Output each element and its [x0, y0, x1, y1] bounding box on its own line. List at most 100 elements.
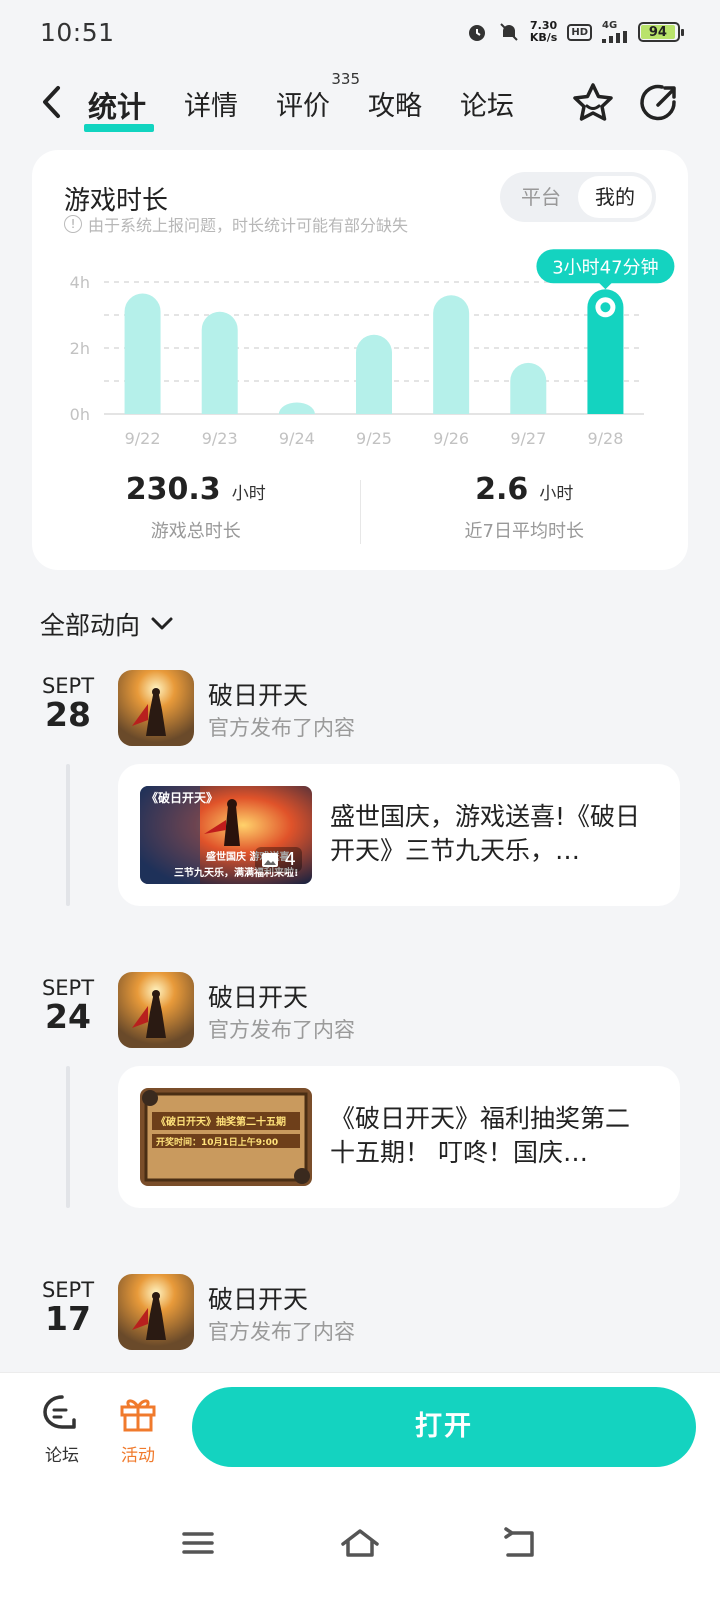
- entry-date: SEPT 28: [30, 674, 106, 732]
- image-icon: [261, 852, 278, 867]
- thumb-title: 《破日开天》: [146, 790, 218, 805]
- filter-label: 全部动向: [40, 611, 141, 640]
- status-icons: 7.30 KB/s HD 4G 94: [466, 20, 684, 44]
- avg-playtime: 2.6 小时 近7日平均时长: [361, 472, 689, 552]
- tab-reviews[interactable]: 评价 335: [276, 70, 360, 126]
- tab-details[interactable]: 详情: [184, 72, 238, 126]
- chevron-down-icon: [151, 617, 173, 630]
- avg-value: 2.6: [475, 472, 529, 507]
- menu-button[interactable]: [168, 1513, 228, 1573]
- image-count-badge: 4: [254, 847, 302, 872]
- back-arrow-icon: [43, 86, 60, 118]
- status-time: 10:51: [40, 18, 115, 47]
- tooltip-pointer: [598, 282, 613, 290]
- review-count-badge: 335: [331, 70, 361, 88]
- entry-date: SEPT 17: [30, 1278, 106, 1336]
- chart-bar[interactable]: [510, 362, 547, 414]
- play-time-chart: 0h 2h 4h 9/22 9/23 9/24 9/25 9/26 9/27 9/28 3小时47分…: [70, 249, 675, 448]
- game-icon[interactable]: [118, 972, 194, 1048]
- back-nav-button[interactable]: [490, 1513, 550, 1573]
- date-day: 17: [45, 1299, 91, 1338]
- toggle-platform[interactable]: 平台: [504, 176, 578, 218]
- x-tick-label: 9/24: [279, 429, 315, 448]
- tab-bar: 统计 详情 评价 335 攻略 论坛: [84, 70, 552, 132]
- top-nav: 统计 详情 评价 335 攻略 论坛: [0, 70, 720, 134]
- post-card[interactable]: 《破日开天》 盛世国庆 游戏送喜! 三节九天乐，满满福利来啦! 4 盛世国庆，游戏送…: [118, 764, 680, 906]
- tab-forum-label: 论坛: [460, 91, 515, 122]
- bottom-bar: 论坛 活动 打开: [0, 1372, 720, 1600]
- post-title[interactable]: 盛世国庆，游戏送喜!《破日开天》三节九天乐，…: [330, 800, 652, 868]
- x-tick-label: 9/27: [510, 429, 546, 448]
- avg-label: 近7日平均时长: [464, 521, 584, 542]
- total-value: 230.3: [125, 472, 221, 507]
- back-button[interactable]: [34, 82, 70, 122]
- activity-filter[interactable]: 全部动向: [40, 606, 174, 642]
- chart-bar[interactable]: [278, 402, 315, 414]
- x-tick-label: 9/22: [125, 429, 161, 448]
- tab-reviews-label: 评价: [276, 91, 331, 122]
- activity-label: 活动: [121, 1446, 155, 1466]
- game-name[interactable]: 破日开天: [208, 978, 308, 1014]
- chart-bar[interactable]: [356, 334, 392, 414]
- x-tick-label: 9/26: [433, 429, 469, 448]
- thumb-title: 《破日开天》抽奖第二十五期: [156, 1115, 286, 1128]
- tab-stats[interactable]: 统计: [84, 72, 154, 132]
- net-speed: 7.30 KB/s: [530, 20, 557, 44]
- forum-chat-icon: [43, 1395, 76, 1429]
- back-nav-icon: [504, 1527, 534, 1557]
- game-icon[interactable]: [118, 1274, 194, 1350]
- game-icon[interactable]: [118, 670, 194, 746]
- x-tick-label: 9/23: [202, 429, 238, 448]
- share-button[interactable]: [636, 80, 682, 126]
- tooltip-label: 3小时47分钟: [552, 257, 658, 278]
- date-day: 28: [45, 695, 91, 734]
- home-button[interactable]: [330, 1513, 390, 1573]
- open-game-button[interactable]: 打开: [192, 1387, 696, 1467]
- x-tick-label: 9/28: [587, 429, 623, 448]
- chart-bar[interactable]: [433, 295, 470, 414]
- toggle-mine[interactable]: 我的: [578, 176, 652, 218]
- post-card[interactable]: 《破日开天》抽奖第二十五期 开奖时间：10月1日上午9:00 《破日开天》福利抽奖…: [118, 1066, 680, 1208]
- entry-action: 官方发布了内容: [208, 716, 355, 740]
- total-unit: 小时: [231, 484, 266, 504]
- entry-action: 官方发布了内容: [208, 1018, 355, 1042]
- x-tick-label: 9/25: [356, 429, 392, 448]
- post-thumbnail[interactable]: 《破日开天》抽奖第二十五期 开奖时间：10月1日上午9:00: [140, 1088, 312, 1186]
- info-icon: !: [64, 215, 82, 233]
- tab-forum[interactable]: 论坛: [460, 72, 514, 126]
- battery-icon: 94: [638, 22, 684, 42]
- y-tick-label: 0h: [70, 405, 90, 424]
- mute-bell-icon: [498, 21, 520, 43]
- thumb-line1: 开奖时间：10月1日上午9:00: [156, 1136, 278, 1148]
- total-label: 游戏总时长: [150, 521, 241, 542]
- hd-badge: HD: [567, 23, 592, 41]
- summary: 230.3 小时 游戏总时长 2.6 小时 近7日平均时长: [32, 472, 688, 552]
- tab-details-label: 详情: [184, 91, 239, 122]
- post-thumbnail[interactable]: 《破日开天》 盛世国庆 游戏送喜! 三节九天乐，满满福利来啦! 4: [140, 786, 312, 884]
- forum-button[interactable]: 论坛: [32, 1393, 92, 1466]
- tab-guides-label: 攻略: [368, 91, 423, 122]
- chart-bar[interactable]: [201, 311, 238, 414]
- timeline-line: [66, 1066, 70, 1208]
- home-icon: [341, 1529, 379, 1557]
- chart-bar[interactable]: [124, 293, 161, 414]
- post-title[interactable]: 《破日开天》福利抽奖第二十五期！ 叮咚！国庆…: [330, 1102, 652, 1170]
- gift-icon: [120, 1399, 156, 1432]
- tab-stats-label: 统计: [88, 90, 147, 124]
- activity-button[interactable]: 活动: [108, 1393, 168, 1466]
- share-icon: [640, 84, 676, 121]
- play-time-card: 游戏时长 ! 由于系统上报问题，时长统计可能有部分缺失 平台 我的 0h 2h 4h…: [32, 150, 688, 570]
- system-nav-bar: [0, 1513, 720, 1573]
- tab-guides[interactable]: 攻略: [368, 72, 422, 126]
- battery-level: 94: [641, 25, 675, 40]
- favorite-button[interactable]: [570, 80, 616, 126]
- menu-icon: [182, 1532, 214, 1554]
- alarm-icon: [466, 21, 488, 43]
- game-name[interactable]: 破日开天: [208, 1280, 308, 1316]
- scope-toggle: 平台 我的: [500, 172, 656, 222]
- y-tick-label: 4h: [70, 273, 90, 292]
- avg-unit: 小时: [539, 484, 574, 504]
- tab-active-indicator: [84, 124, 154, 132]
- game-name[interactable]: 破日开天: [208, 676, 308, 712]
- y-tick-label: 2h: [70, 339, 90, 358]
